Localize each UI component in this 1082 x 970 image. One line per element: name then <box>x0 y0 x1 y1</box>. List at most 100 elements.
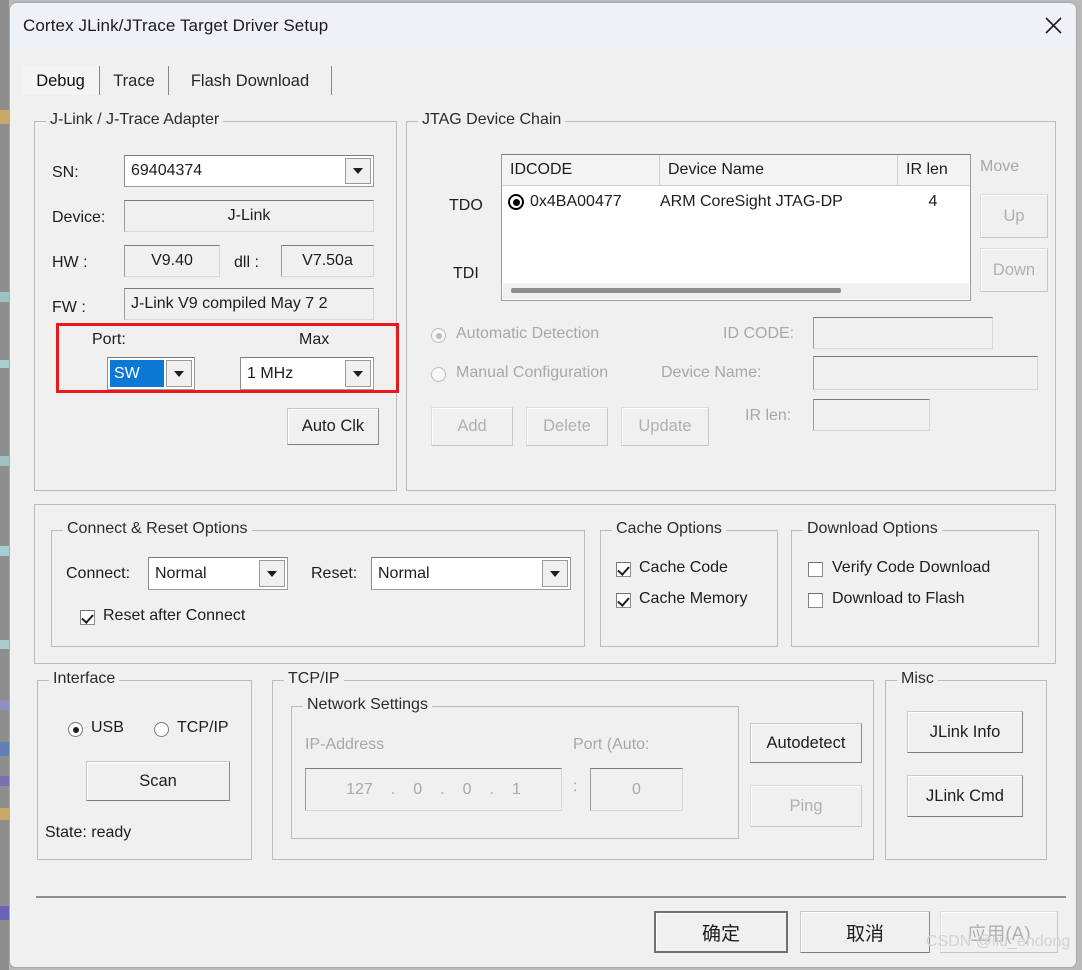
ping-label: Ping <box>789 797 822 816</box>
state-label: State: ready <box>45 824 131 842</box>
fw-value: J-Link V9 compiled May 7 2 <box>131 295 328 313</box>
radio-usb[interactable] <box>68 722 83 737</box>
port-label: Port: <box>92 331 126 349</box>
column-header-idcode[interactable]: IDCODE <box>502 155 660 185</box>
port-value: SW <box>110 360 164 387</box>
connect-label: Connect: <box>66 565 130 583</box>
chevron-down-icon[interactable] <box>345 158 371 184</box>
ir-len-label: IR len: <box>745 407 791 425</box>
close-icon[interactable] <box>1030 3 1076 48</box>
ok-button[interactable]: 确定 <box>654 911 788 953</box>
tcpip-port-input[interactable]: 0 <box>590 768 683 811</box>
id-code-input[interactable] <box>813 317 993 349</box>
dll-label: dll : <box>234 254 259 272</box>
tdo-label: TDO <box>449 197 483 215</box>
column-header-ir-len[interactable]: IR len <box>898 155 970 185</box>
move-up-label: Up <box>1003 207 1024 226</box>
ip-dot-1: . <box>391 781 395 799</box>
tdi-label: TDI <box>453 265 479 283</box>
verify-code-download-label: Verify Code Download <box>832 559 990 577</box>
tab-flash-download[interactable]: Flash Download <box>169 66 332 96</box>
scan-button[interactable]: Scan <box>86 761 230 801</box>
group-tcpip: TCP/IP Network Settings IP-Address Port … <box>272 680 874 860</box>
chevron-down-icon[interactable] <box>259 560 285 587</box>
checkbox-verify-code-download[interactable] <box>808 562 823 577</box>
delete-button[interactable]: Delete <box>526 407 608 446</box>
ir-len-input[interactable] <box>813 399 930 431</box>
reset-after-connect-label: Reset after Connect <box>103 607 245 625</box>
jtag-row-ir-len: 4 <box>898 193 968 211</box>
dialog-window: Cortex JLink/JTrace Target Driver Setup … <box>9 2 1077 968</box>
reset-combobox[interactable]: Normal <box>371 557 571 590</box>
ip-dot-2: . <box>440 781 444 799</box>
column-header-device-name[interactable]: Device Name <box>660 155 898 185</box>
cancel-label: 取消 <box>846 919 884 946</box>
tab-trace-label: Trace <box>113 72 155 91</box>
automatic-detection-label: Automatic Detection <box>456 325 599 343</box>
checkbox-cache-memory[interactable] <box>616 593 631 608</box>
checkbox-download-to-flash[interactable] <box>808 593 823 608</box>
jtag-row-device-name: ARM CoreSight JTAG-DP <box>660 193 898 211</box>
radio-manual-configuration[interactable] <box>431 367 446 382</box>
ip-octet-3: 0 <box>463 781 472 799</box>
window-title: Cortex JLink/JTrace Target Driver Setup <box>23 16 328 36</box>
scrollbar-thumb[interactable] <box>511 288 841 293</box>
group-network-settings-label: Network Settings <box>303 696 432 714</box>
max-label: Max <box>299 331 329 349</box>
group-download-options: Download Options Verify Code Download Do… <box>791 530 1039 647</box>
checkbox-reset-after-connect[interactable] <box>80 610 95 625</box>
add-button[interactable]: Add <box>431 407 513 446</box>
id-code-label: ID CODE: <box>723 325 794 343</box>
tab-strip: Debug Trace Flash Download <box>22 66 1062 96</box>
max-clock-combobox[interactable]: 1 MHz <box>240 357 374 390</box>
jtag-row-idcode-cell: 0x4BA00477 <box>502 193 660 211</box>
group-connect-reset-label: Connect & Reset Options <box>63 520 252 538</box>
update-button[interactable]: Update <box>621 407 709 446</box>
cancel-button[interactable]: 取消 <box>800 911 930 953</box>
tab-debug[interactable]: Debug <box>22 66 100 96</box>
jtag-list-horizontal-scrollbar[interactable] <box>503 283 969 299</box>
ping-button[interactable]: Ping <box>750 785 862 827</box>
scan-label: Scan <box>139 772 177 791</box>
connect-combobox[interactable]: Normal <box>148 557 288 590</box>
connect-value: Normal <box>149 558 259 589</box>
group-jtag-label: JTAG Device Chain <box>418 111 565 129</box>
ip-address-input[interactable]: 127 . 0 . 0 . 1 <box>305 768 562 811</box>
move-up-button[interactable]: Up <box>980 194 1048 238</box>
dll-value: V7.50a <box>302 252 353 270</box>
chevron-down-icon[interactable] <box>542 560 568 587</box>
watermark: CSDN @liu_endong <box>926 933 1070 951</box>
device-name-label: Device Name: <box>661 364 761 382</box>
tab-flash-download-label: Flash Download <box>191 72 309 91</box>
target-selected-icon <box>508 194 524 210</box>
device-value: J-Link <box>228 207 271 225</box>
cache-code-label: Cache Code <box>639 559 728 577</box>
device-name-input[interactable] <box>813 356 1038 390</box>
radio-automatic-detection[interactable] <box>431 328 446 343</box>
radio-tcpip[interactable] <box>154 722 169 737</box>
fw-label: FW : <box>52 299 86 317</box>
usb-label: USB <box>91 719 124 737</box>
fw-value-field: J-Link V9 compiled May 7 2 <box>124 288 374 320</box>
hw-value-field: V9.40 <box>124 245 220 277</box>
table-row[interactable]: 0x4BA00477 ARM CoreSight JTAG-DP 4 <box>502 186 970 218</box>
manual-configuration-label: Manual Configuration <box>456 364 608 382</box>
auto-clk-button[interactable]: Auto Clk <box>287 408 379 445</box>
autodetect-button[interactable]: Autodetect <box>750 723 862 763</box>
group-jlink-adapter: J-Link / J-Trace Adapter SN: 69404374 De… <box>34 121 397 491</box>
jtag-device-list[interactable]: IDCODE Device Name IR len 0x4BA00477 ARM… <box>501 154 971 301</box>
group-download-label: Download Options <box>803 520 942 538</box>
checkbox-cache-code[interactable] <box>616 562 631 577</box>
reset-value: Normal <box>372 558 542 589</box>
footer-separator <box>36 896 1066 898</box>
tab-trace[interactable]: Trace <box>100 66 169 96</box>
sn-combobox[interactable]: 69404374 <box>124 155 374 187</box>
move-down-button[interactable]: Down <box>980 248 1048 292</box>
port-combobox[interactable]: SW <box>107 357 195 390</box>
jlink-info-button[interactable]: JLink Info <box>907 711 1023 753</box>
tab-underline <box>22 95 1062 96</box>
hw-value: V9.40 <box>151 252 193 270</box>
jlink-cmd-button[interactable]: JLink Cmd <box>907 775 1023 817</box>
chevron-down-icon[interactable] <box>166 360 192 387</box>
chevron-down-icon[interactable] <box>345 360 371 387</box>
